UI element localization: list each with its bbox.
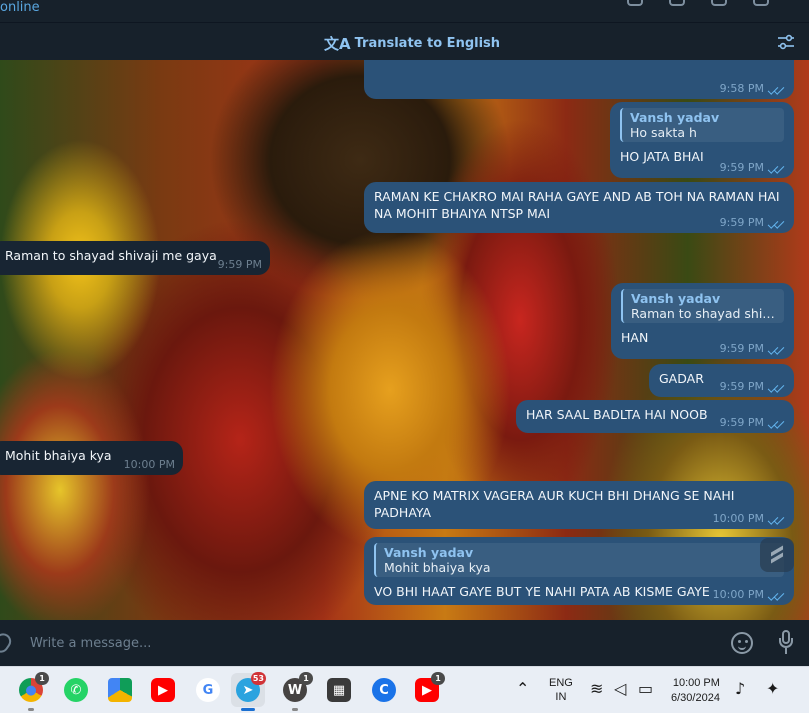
outgoing-message[interactable]: Vansh yadav Mohit bhaiya kya VO BHI HAAT G… xyxy=(364,537,794,605)
reply-author: Vansh yadav xyxy=(384,545,474,560)
notification-badge: 1 xyxy=(431,672,445,685)
emoji-icon[interactable] xyxy=(731,632,753,654)
outgoing-message[interactable]: Vansh yadav Raman to shayad shiv... HAN 9:5… xyxy=(611,283,794,359)
translate-icon: 文A xyxy=(324,35,351,53)
language-indicator[interactable]: ENG IN xyxy=(549,676,573,713)
message-time: 9:59 PM xyxy=(719,342,764,355)
drive-icon[interactable] xyxy=(108,678,132,702)
status-text: online xyxy=(0,0,40,15)
search-icon[interactable] xyxy=(627,0,643,6)
running-indicator xyxy=(241,708,255,711)
incoming-message[interactable]: Mohit bhaiya kya 10:00 PM xyxy=(0,441,183,475)
c-app-icon[interactable]: C xyxy=(372,678,396,702)
read-check-icon xyxy=(767,382,786,393)
chat-header: online xyxy=(0,0,809,22)
call-icon[interactable] xyxy=(669,0,685,6)
read-check-icon xyxy=(767,514,786,525)
read-check-icon xyxy=(767,418,786,429)
settings-filter-icon[interactable] xyxy=(777,34,795,50)
message-time: 9:59 PM xyxy=(719,416,764,429)
reply-author: Vansh yadav xyxy=(631,291,721,306)
message-time: 10:00 PM xyxy=(123,458,175,471)
reply-quote[interactable]: Vansh yadav Ho sakta h xyxy=(620,108,784,142)
message-time: 9:58 PM xyxy=(719,82,764,95)
outgoing-message[interactable]: RAMAN KE CHAKRO MAI RAHA GAYE AND AB TOH… xyxy=(364,182,794,233)
attach-icon[interactable] xyxy=(0,630,15,656)
chat-area[interactable]: POWER AND ENERGY BUT AB SASTA NASA LAGTA… xyxy=(0,60,809,620)
message-meta: 9:59 PM xyxy=(720,161,786,174)
battery-icon[interactable]: ▭ xyxy=(638,679,653,698)
running-indicator xyxy=(28,708,34,711)
more-icon[interactable] xyxy=(753,0,769,6)
google-icon[interactable]: G xyxy=(196,678,220,702)
scroll-down-icon[interactable] xyxy=(760,538,794,572)
youtube-icon[interactable]: ▶ 1 xyxy=(415,672,445,702)
message-text: POWER AND ENERGY BUT AB SASTA NASA LAGTA… xyxy=(374,60,784,63)
message-time: 10:00 PM xyxy=(712,512,764,525)
reply-author: Vansh yadav xyxy=(630,110,720,125)
notification-badge: 1 xyxy=(35,672,49,685)
chrome-icon[interactable]: ● 1 xyxy=(19,672,49,702)
outgoing-message[interactable]: Vansh yadav Ho sakta h HO JATA BHAI 9:59 PM xyxy=(610,102,794,178)
outgoing-message[interactable]: APNE KO MATRIX VAGERA AUR KUCH BHI DHANG… xyxy=(364,481,794,529)
message-meta: 9:58 PM xyxy=(720,82,786,95)
composer-bar xyxy=(0,620,809,666)
message-meta: 9:59 PM xyxy=(720,216,786,229)
translate-button[interactable]: 文A Translate to English xyxy=(324,33,500,54)
message-meta: 10:00 PM xyxy=(713,588,786,601)
youtube-icon[interactable]: ▶ xyxy=(151,678,175,702)
reply-quote[interactable]: Vansh yadav Raman to shayad shiv... xyxy=(621,289,784,323)
message-time: 9:59 PM xyxy=(719,161,764,174)
running-indicator xyxy=(292,708,298,711)
read-check-icon xyxy=(767,84,786,95)
message-meta: 9:59 PM xyxy=(218,258,262,271)
clock[interactable]: 10:00 PM 6/30/2024 xyxy=(671,676,720,713)
message-meta: 9:59 PM xyxy=(720,380,786,393)
whatsapp-icon[interactable]: ✆ xyxy=(64,678,88,702)
message-meta: 10:00 PM xyxy=(124,458,175,471)
notification-icon[interactable]: ♪ xyxy=(735,679,745,698)
telegram-icon[interactable]: ➤ 53 xyxy=(231,672,266,707)
chevron-up-icon[interactable]: ⌃ xyxy=(516,679,529,698)
reply-text: Ho sakta h xyxy=(630,125,697,140)
message-meta: 9:59 PM xyxy=(720,342,786,355)
message-meta: 10:00 PM xyxy=(713,512,786,525)
notification-badge: 53 xyxy=(250,672,266,685)
message-time: 9:59 PM xyxy=(719,380,764,393)
reply-text: Mohit bhaiya kya xyxy=(384,560,491,575)
translate-bar: 文A Translate to English xyxy=(0,22,809,60)
reply-quote[interactable]: Vansh yadav Mohit bhaiya kya xyxy=(374,543,784,577)
message-meta: 9:59 PM xyxy=(720,416,786,429)
incoming-message[interactable]: Raman to shayad shivaji me gaya 9:59 PM xyxy=(0,241,270,275)
calculator-icon[interactable]: ▦ xyxy=(327,678,351,702)
message-time: 9:59 PM xyxy=(719,216,764,229)
read-check-icon xyxy=(767,218,786,229)
sidebar-icon[interactable] xyxy=(711,0,727,6)
message-time: 9:59 PM xyxy=(217,258,262,271)
message-input[interactable] xyxy=(30,633,690,653)
read-check-icon xyxy=(767,163,786,174)
translate-label: Translate to English xyxy=(354,36,501,51)
header-actions xyxy=(627,0,769,6)
outgoing-message[interactable]: HAR SAAL BADLTA HAI NOOB 9:59 PM xyxy=(516,400,794,433)
taskbar: ENG IN 10:00 PM 6/30/2024 ● 1 ✆ ▶ G ➤ 53 W 1 ▦ C ▶ 1… xyxy=(0,666,809,713)
copilot-icon[interactable]: ✦ xyxy=(766,679,779,698)
outgoing-message[interactable]: GADAR 9:59 PM xyxy=(649,364,794,397)
microphone-icon[interactable] xyxy=(779,630,793,656)
wifi-icon[interactable]: ≋ xyxy=(590,679,603,698)
notification-badge: 1 xyxy=(299,672,313,685)
message-time: 10:00 PM xyxy=(712,588,764,601)
volume-icon[interactable]: ◁ xyxy=(614,679,626,698)
outgoing-message[interactable]: POWER AND ENERGY BUT AB SASTA NASA LAGTA… xyxy=(364,60,794,99)
reply-text: Raman to shayad shiv... xyxy=(631,306,776,321)
read-check-icon xyxy=(767,590,786,601)
read-check-icon xyxy=(767,344,786,355)
wordpress-icon[interactable]: W1 xyxy=(283,672,313,702)
